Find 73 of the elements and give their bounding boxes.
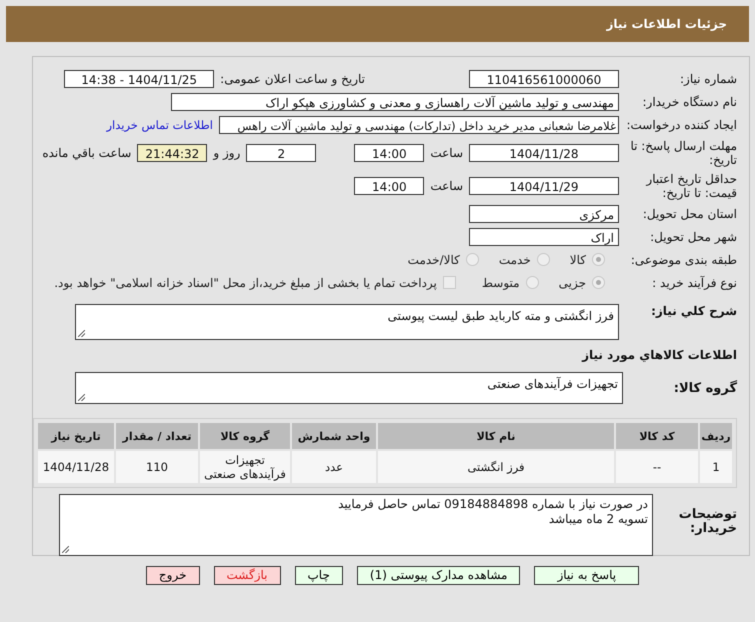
table-cell: 1404/11/28	[38, 451, 114, 483]
field-label: استان محل تحویل:	[642, 206, 737, 220]
field-label: شهر محل تحویل:	[649, 230, 737, 244]
table-cell: 110	[116, 451, 198, 483]
field-label: نوع فرآیند خرید :	[651, 276, 737, 290]
checkbox[interactable]	[442, 276, 456, 289]
remaining-time-field: 21:44:32	[137, 144, 208, 162]
resize-grip-icon	[78, 330, 85, 337]
field-label: ایجاد کننده درخواست:	[625, 118, 737, 132]
field-label: حداقل تاریخ اعتبار قیمت: تا تاریخ:	[644, 172, 737, 200]
days-label: روز و	[213, 146, 240, 160]
column-header: تاریخ نیاز	[38, 423, 114, 449]
radio-label: کالا/خدمت	[408, 252, 460, 266]
radio-button[interactable]	[536, 253, 550, 266]
table-cell: فرز انگشتی	[378, 451, 614, 483]
column-header: گروه کالا	[200, 423, 290, 449]
radio-label: خدمت	[498, 252, 531, 266]
column-header: کد کالا	[616, 423, 698, 449]
province-field: مرکزی	[469, 204, 619, 222]
buyer-org-field: مهندسی و تولید ماشین آلات راهسازی و معدنی و کشاورزی هپکو اراک	[171, 92, 619, 110]
field-label: تاریخ و ساعت اعلان عمومی:	[220, 72, 365, 86]
field-label: توضیحات خریدار:	[678, 508, 737, 536]
resize-grip-icon	[78, 394, 85, 401]
description-text: فرز انگشتی و مته کارباید طبق لیست پیوستی	[388, 309, 614, 323]
field-label: نام دستگاه خریدار:	[642, 94, 737, 108]
description-textarea[interactable]: فرز انگشتی و مته کارباید طبق لیست پیوستی	[75, 304, 619, 340]
field-label: گروه کالا:	[672, 382, 737, 396]
validity-time-field: 14:00	[354, 176, 424, 194]
requester-field: غلامرضا شعبانی مدیر خرید داخل (تدارکات) مهندسی و تولید ماشین آلات راهس	[219, 116, 619, 134]
notes-line: در صورت نیاز با شماره 09184884898 تماس حاصل فرمایید	[337, 497, 648, 512]
resize-grip-icon	[62, 546, 69, 553]
table-cell: --	[616, 451, 698, 483]
field-label: شرح کلي نیاز:	[650, 304, 737, 318]
buyer-contact-link[interactable]: اطلاعات تماس خریدار	[106, 118, 213, 132]
action-button[interactable]: پاسخ به نیاز	[534, 566, 640, 585]
table-cell: عدد	[292, 451, 376, 483]
action-button[interactable]: چاپ	[294, 566, 343, 585]
field-label: طبقه بندی موضوعی:	[630, 252, 737, 266]
radio-button[interactable]	[526, 276, 539, 289]
need-number-field: 110416561000060	[469, 70, 619, 88]
page-title: جزئیات اطلاعات نیاز	[606, 17, 727, 31]
remaining-label: ساعت باقي مانده	[42, 146, 132, 160]
time-label: ساعت	[430, 178, 463, 192]
announce-date-field: 1404/11/25 - 14:38	[64, 70, 214, 88]
radio-button[interactable]	[592, 253, 605, 266]
field-label: شماره نیاز:	[679, 72, 737, 86]
radio-button[interactable]	[466, 253, 479, 266]
days-field: 2	[246, 144, 316, 162]
section-heading: اطلاعات کالاهاي مورد نیاز	[580, 348, 737, 362]
radio-label: متوسط	[482, 276, 520, 290]
deadline-date-field: 1404/11/28	[469, 144, 619, 162]
radio-button[interactable]	[592, 276, 605, 289]
table-cell: تجهیزات فرآیندهای صنعتی	[200, 451, 290, 483]
column-header: واحد شمارش	[292, 423, 376, 449]
radio-label: جزیی	[558, 276, 586, 290]
time-label: ساعت	[430, 146, 463, 160]
table-cell: 1	[700, 451, 732, 483]
goods-group-text: تجهیزات فرآیندهای صنعتی	[487, 377, 618, 391]
column-header: نام کالا	[378, 423, 614, 449]
checkbox-label: پرداخت تمام یا بخشی از مبلغ خرید،از محل "اسناد خزانه اسلامی" خواهد بود.	[54, 276, 437, 290]
city-field: اراک	[469, 228, 619, 246]
radio-label: کالا	[570, 252, 586, 266]
deadline-time-field: 14:00	[354, 144, 424, 162]
notes-line: تسویه 2 ماه میباشد	[548, 512, 648, 527]
action-button[interactable]: خروج	[146, 566, 200, 585]
field-label: مهلت ارسال پاسخ: تا تاریخ:	[629, 138, 737, 166]
column-header: تعداد / مقدار	[116, 423, 198, 449]
validity-date-field: 1404/11/29	[469, 176, 619, 194]
buyer-notes-textarea[interactable]: در صورت نیاز با شماره 09184884898 تماس حاصل فرمایید تسویه 2 ماه میباشد	[59, 494, 653, 556]
goods-group-textarea[interactable]: تجهیزات فرآیندهای صنعتی	[75, 372, 623, 404]
column-header: ردیف	[700, 423, 732, 449]
action-button[interactable]: بازگشت	[214, 566, 280, 585]
action-button[interactable]: مشاهده مدارک پیوستی (1)	[356, 566, 520, 585]
